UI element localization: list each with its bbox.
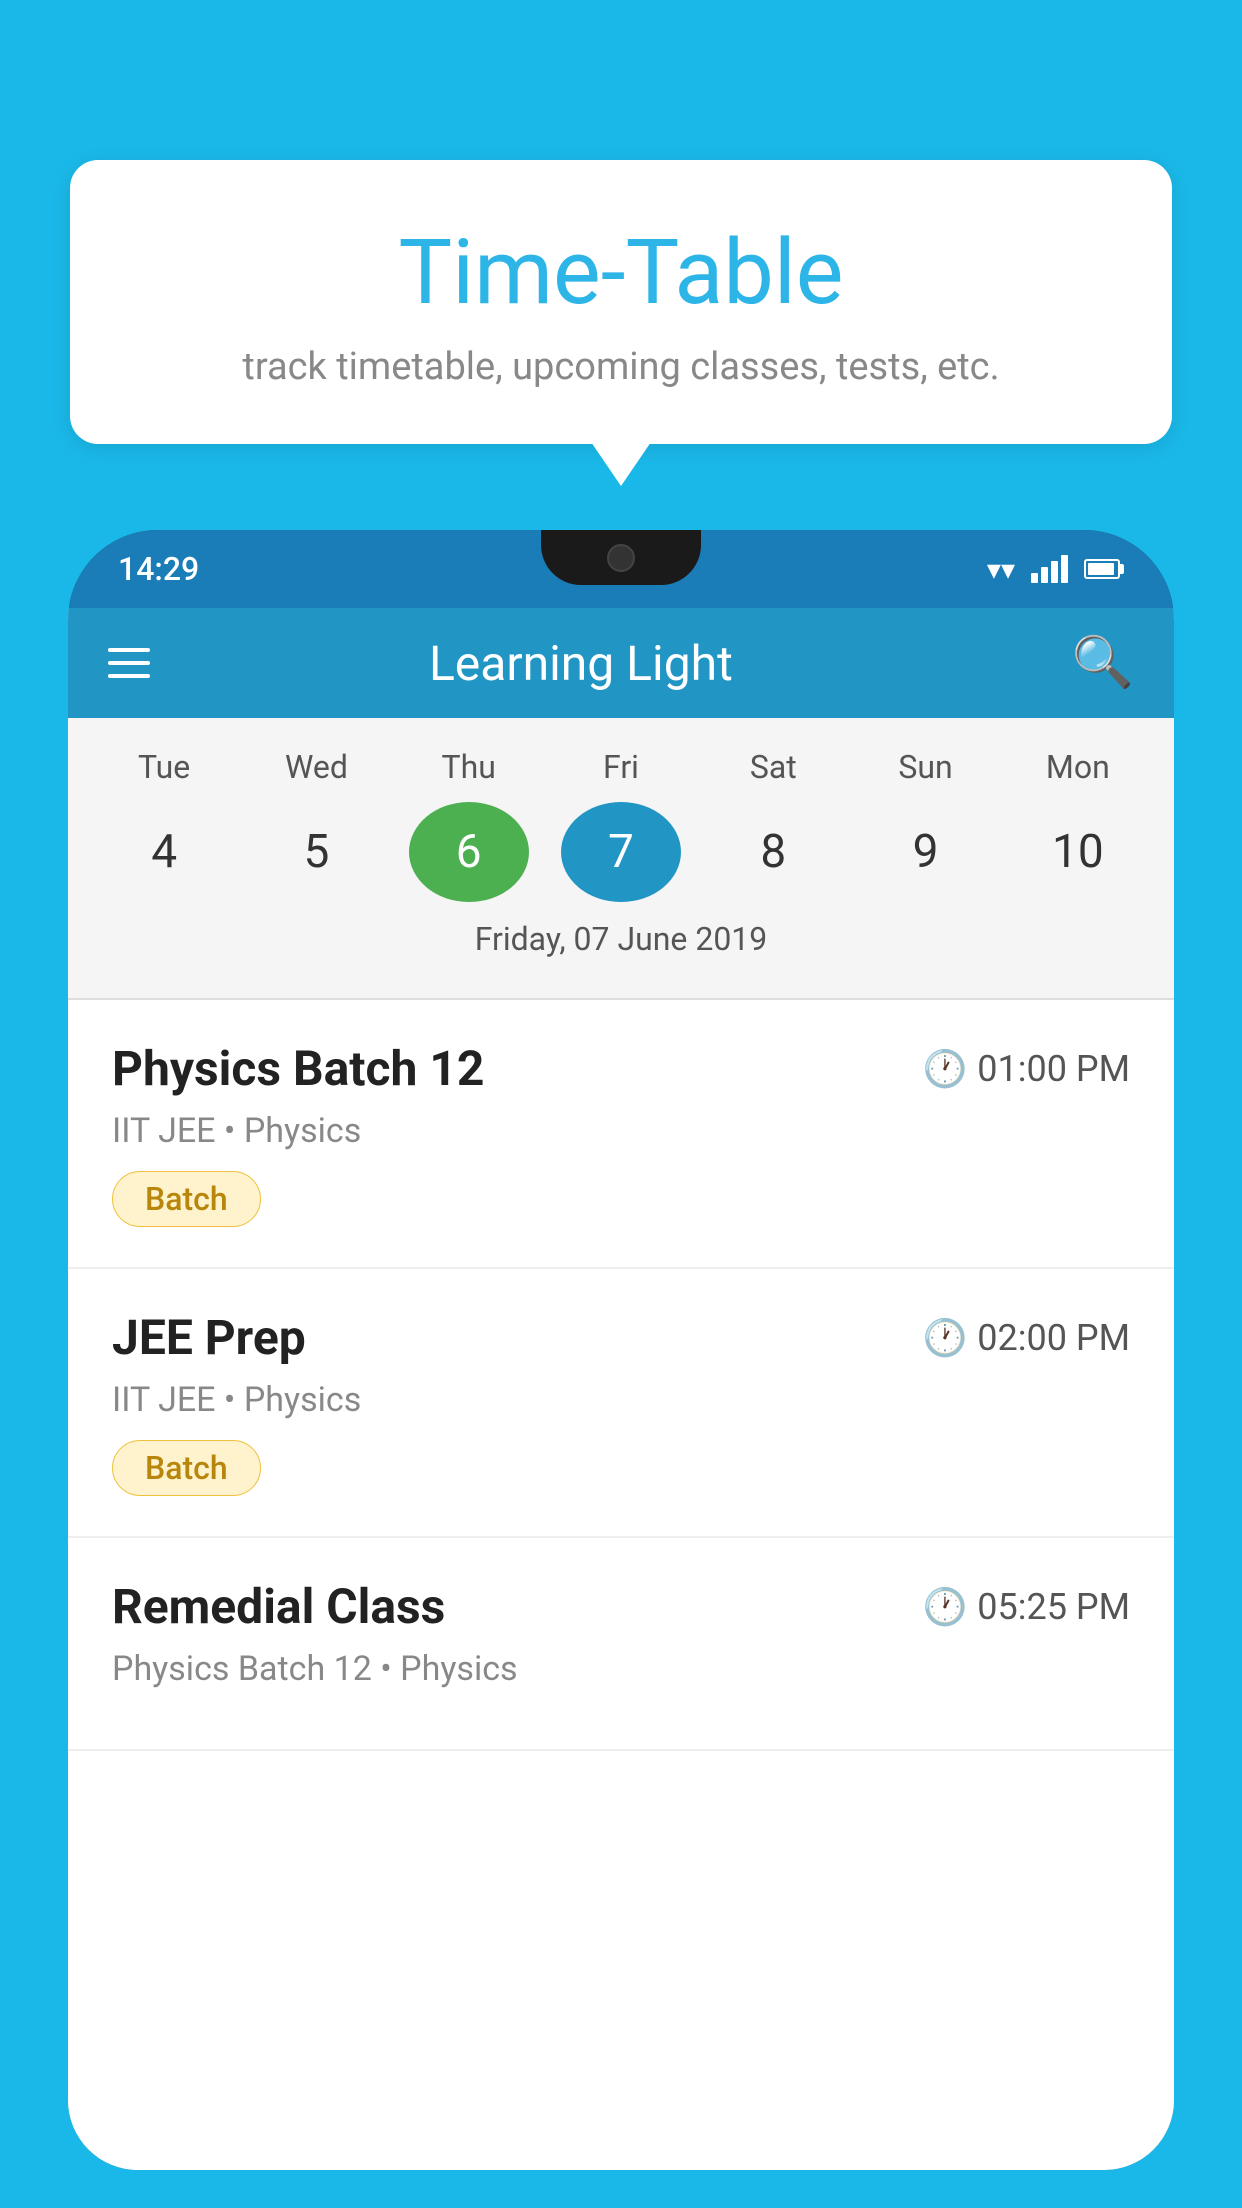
day-name-fri: Fri [561,748,681,786]
battery-icon [1084,559,1124,579]
schedule-item-2-time: 🕐 02:00 PM [922,1317,1130,1359]
clock-icon-1: 🕐 [922,1048,967,1090]
search-icon[interactable]: 🔍 [1072,634,1134,692]
day-name-mon: Mon [1018,748,1138,786]
day-7-selected[interactable]: 7 [561,802,681,902]
calendar-strip: Tue Wed Thu Fri Sat Sun Mon 4 5 6 7 8 9 … [68,718,1174,998]
app-title: Learning Light [90,635,1072,692]
day-name-thu: Thu [409,748,529,786]
status-icons: ▾▾ [987,553,1124,586]
phone-notch [541,530,701,585]
day-9[interactable]: 9 [866,802,986,902]
schedule-list: Physics Batch 12 🕐 01:00 PM IIT JEE • Ph… [68,1000,1174,2170]
schedule-item-1-header: Physics Batch 12 🕐 01:00 PM [112,1040,1130,1097]
day-name-sun: Sun [866,748,986,786]
app-toolbar: Learning Light 🔍 [68,608,1174,718]
phone-container: 14:29 ▾▾ [68,530,1174,2208]
day-10[interactable]: 10 [1018,802,1138,902]
day-name-sat: Sat [713,748,833,786]
schedule-item-1-title: Physics Batch 12 [112,1040,484,1097]
schedule-item-2-header: JEE Prep 🕐 02:00 PM [112,1309,1130,1366]
phone-screen: Learning Light 🔍 Tue Wed Thu Fri Sat Sun… [68,608,1174,2170]
schedule-item-1[interactable]: Physics Batch 12 🕐 01:00 PM IIT JEE • Ph… [68,1000,1174,1269]
batch-badge-1: Batch [112,1171,261,1227]
status-time: 14:29 [118,550,199,588]
phone-body: 14:29 ▾▾ [68,530,1174,2170]
notch-camera [607,544,635,572]
tooltip-title: Time-Table [120,220,1122,325]
schedule-item-3[interactable]: Remedial Class 🕐 05:25 PM Physics Batch … [68,1538,1174,1751]
wifi-icon: ▾▾ [987,553,1015,586]
selected-date-label: Friday, 07 June 2019 [68,920,1174,978]
signal-icon [1031,555,1068,583]
clock-icon-3: 🕐 [922,1586,967,1628]
day-4[interactable]: 4 [104,802,224,902]
schedule-item-2-title: JEE Prep [112,1309,306,1366]
day-8[interactable]: 8 [713,802,833,902]
schedule-item-3-header: Remedial Class 🕐 05:25 PM [112,1578,1130,1635]
clock-icon-2: 🕐 [922,1317,967,1359]
day-5[interactable]: 5 [256,802,376,902]
schedule-item-3-time: 🕐 05:25 PM [922,1586,1130,1628]
schedule-item-2-subtitle: IIT JEE • Physics [112,1380,1130,1420]
day-name-row: Tue Wed Thu Fri Sat Sun Mon [68,748,1174,786]
status-bar: 14:29 ▾▾ [68,530,1174,608]
day-6-today[interactable]: 6 [409,802,529,902]
tooltip-card: Time-Table track timetable, upcoming cla… [70,160,1172,444]
schedule-item-3-title: Remedial Class [112,1578,445,1635]
schedule-item-1-subtitle: IIT JEE • Physics [112,1111,1130,1151]
day-name-wed: Wed [256,748,376,786]
tooltip-subtitle: track timetable, upcoming classes, tests… [120,345,1122,389]
day-name-tue: Tue [104,748,224,786]
batch-badge-2: Batch [112,1440,261,1496]
schedule-item-2[interactable]: JEE Prep 🕐 02:00 PM IIT JEE • Physics Ba… [68,1269,1174,1538]
schedule-item-1-time: 🕐 01:00 PM [922,1048,1130,1090]
day-number-row: 4 5 6 7 8 9 10 [68,802,1174,902]
schedule-item-3-subtitle: Physics Batch 12 • Physics [112,1649,1130,1689]
